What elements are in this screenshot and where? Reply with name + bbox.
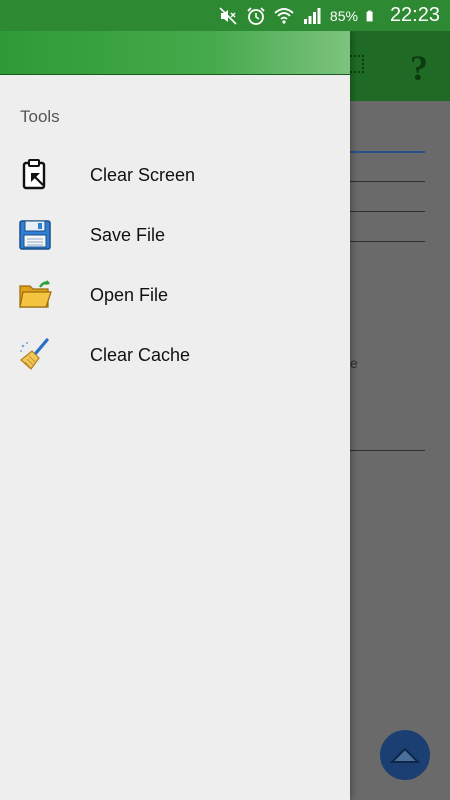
scroll-up-button[interactable] [380, 730, 430, 780]
wifi-icon [274, 7, 294, 24]
floppy-disk-icon [19, 220, 51, 250]
divider [350, 151, 425, 153]
battery-percent: 85% [329, 7, 358, 24]
menu-item-save-file[interactable]: Save File [0, 205, 350, 265]
clipboard-icon [22, 159, 46, 190]
menu-item-label: Open File [90, 284, 169, 305]
open-folder-icon [19, 280, 52, 308]
navigation-drawer: Tools Clear Screen Save File Open File C… [0, 31, 350, 800]
mute-icon [219, 6, 237, 25]
section-title: Tools [20, 107, 60, 126]
menu-item-clear-cache[interactable]: Clear Cache [0, 325, 350, 385]
menu-item-open-file[interactable]: Open File [0, 265, 350, 325]
alarm-icon [247, 6, 265, 25]
battery-icon [366, 10, 373, 21]
clock-time: 22:23 [389, 4, 440, 26]
divider [350, 181, 425, 182]
status-bar: 85% 22:23 [0, 0, 450, 31]
menu-item-label: Clear Cache [90, 344, 191, 365]
help-button[interactable]: ? [410, 47, 428, 89]
divider [350, 241, 425, 242]
signal-icon [303, 7, 321, 24]
screen: 85% 22:23 ? e Tools Clear Screen Save Fi… [0, 0, 450, 800]
menu-item-label: Clear Screen [90, 164, 196, 185]
menu-item-label: Save File [90, 224, 166, 245]
divider [350, 450, 425, 451]
broom-icon [20, 338, 49, 370]
divider [350, 211, 425, 212]
menu-item-clear-screen[interactable]: Clear Screen [0, 145, 350, 205]
drawer-header [0, 31, 350, 75]
background-text-fragment: e [350, 355, 358, 371]
chevron-up-icon [390, 747, 420, 763]
